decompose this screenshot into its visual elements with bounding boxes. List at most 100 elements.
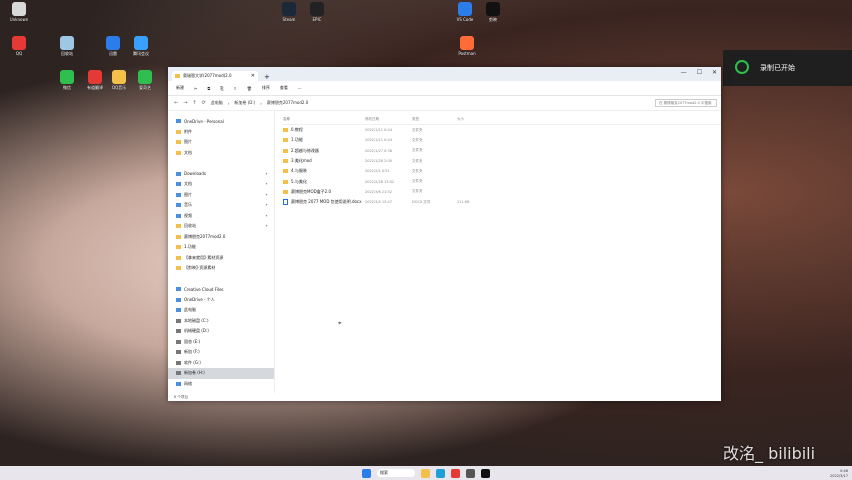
folder-icon bbox=[283, 169, 288, 174]
desktop-icon[interactable]: Unknown bbox=[2, 2, 36, 22]
sidebar-item-label: 网络 bbox=[184, 380, 192, 386]
desktop-icon[interactable]: Postman bbox=[450, 36, 484, 56]
app-icon bbox=[60, 36, 74, 50]
sidebar-item[interactable]: 固态 (E:) bbox=[168, 337, 274, 348]
breadcrumb-1[interactable]: 新加卷 (D:) bbox=[234, 100, 255, 106]
folder-icon bbox=[176, 150, 181, 155]
file-row[interactable]: 5.与美化 2022/2/28 13:52 文件夹 bbox=[283, 176, 721, 186]
sidebar-item bbox=[168, 158, 274, 169]
file-date: 2022/2/28 13:52 bbox=[365, 179, 395, 184]
sidebar-item[interactable]: 此电脑 bbox=[168, 305, 274, 316]
taskbar-search[interactable]: 搜索 bbox=[377, 469, 415, 477]
recording-toast[interactable]: 录制已开始 bbox=[723, 50, 852, 86]
sidebar-item[interactable]: 视频 ✦ bbox=[168, 211, 274, 222]
sidebar-item[interactable]: 软件 (G:) bbox=[168, 358, 274, 369]
sidebar-item[interactable]: 新加卷 (H:) bbox=[168, 368, 274, 379]
breadcrumb-2[interactable]: 赛博朋克2077mod2.0 bbox=[267, 100, 308, 106]
sidebar-item[interactable]: 附件 bbox=[168, 127, 274, 138]
sidebar-item[interactable]: 文档 bbox=[168, 148, 274, 159]
desktop-icon-label: Postman bbox=[458, 51, 476, 56]
file-name: 3.美化mod bbox=[291, 158, 312, 164]
desktop-icon[interactable]: 剪映 bbox=[476, 2, 510, 22]
sidebar-item[interactable]: 机械硬盘 (D:) bbox=[168, 326, 274, 337]
start-icon[interactable] bbox=[362, 468, 371, 478]
breadcrumb-0[interactable]: 此电脑 bbox=[211, 100, 223, 106]
close-tab-icon[interactable]: ✕ bbox=[251, 73, 255, 79]
sidebar-item[interactable]: 【剪映】·资源素材 bbox=[168, 263, 274, 274]
col-type[interactable]: 类型 bbox=[412, 117, 457, 122]
edge-icon[interactable] bbox=[436, 468, 445, 478]
folder-icon bbox=[175, 74, 180, 78]
sidebar-item[interactable]: 1.功能 bbox=[168, 242, 274, 253]
back-arrow-icon[interactable]: ← bbox=[174, 100, 178, 106]
file-row[interactable]: 赛博朋克 2077 MOD 包使用说明.docx 2022/3/4 13:47 DO… bbox=[283, 197, 721, 207]
sidebar-item[interactable]: OneDrive - Personal bbox=[168, 116, 274, 127]
navigation-pane: OneDrive - Personal 附件 图片 文档 Downloads ✦ 文档 ✦ 图片… bbox=[168, 111, 275, 393]
folder-icon bbox=[176, 308, 181, 313]
toolbar-button[interactable]: ✂ bbox=[194, 86, 197, 91]
toolbar-button[interactable]: ⧉ bbox=[207, 86, 210, 91]
sidebar-item[interactable]: 【拿来就用】·素材资源 bbox=[168, 253, 274, 264]
sidebar-item[interactable]: 网络 bbox=[168, 379, 274, 390]
sidebar-item[interactable]: 图片 bbox=[168, 137, 274, 148]
desktop-icon[interactable]: 回收站 bbox=[50, 36, 84, 56]
toolbar-button[interactable]: 查看 bbox=[280, 85, 288, 91]
toolbar-button[interactable]: ··· bbox=[298, 86, 302, 91]
sidebar-item[interactable]: 回收站 ✦ bbox=[168, 221, 274, 232]
clock-date: 2022/3/17 bbox=[830, 473, 848, 478]
folder-icon bbox=[176, 339, 181, 344]
toolbar-button[interactable]: ⎘ bbox=[220, 86, 223, 91]
col-size[interactable]: 大小 bbox=[457, 117, 487, 122]
system-clock[interactable]: 0:46 2022/3/17 bbox=[830, 469, 848, 478]
folder-icon bbox=[176, 318, 181, 323]
sidebar-item[interactable]: 赛博朋克2077mod2.0 bbox=[168, 232, 274, 243]
address-bar: ← → ↑ ⟳ 此电脑 › 新加卷 (D:) › 赛博朋克2077mod2.0 bbox=[168, 96, 721, 111]
desktop-icon[interactable]: QQ bbox=[2, 36, 36, 56]
files-icon[interactable] bbox=[421, 468, 430, 478]
folder-icon bbox=[283, 179, 288, 184]
file-row[interactable]: 赛博朋克MOD盒子2.0 2022/3/6 21:52 文件夹 bbox=[283, 187, 721, 197]
folder-icon bbox=[176, 182, 181, 187]
close-button[interactable]: ✕ bbox=[712, 69, 717, 76]
search-input[interactable]: 在 赛博朋克2077mod2.0 中搜索 bbox=[655, 99, 717, 107]
sidebar-item[interactable]: Creative Cloud Files bbox=[168, 284, 274, 295]
new-tab-button[interactable]: + bbox=[264, 73, 270, 81]
file-row[interactable]: 4.与服装 2022/2/1 0:51 文件夹 bbox=[283, 166, 721, 176]
explorer-tab[interactable]: 奥瑞恩大学(2077mod)2.0 ✕ bbox=[172, 71, 258, 81]
minimize-button[interactable]: — bbox=[681, 69, 687, 76]
chrome-icon[interactable] bbox=[451, 468, 460, 478]
file-name: 赛博朋克 2077 MOD 包使用说明.docx bbox=[291, 199, 362, 205]
desktop-icon[interactable]: 腾讯会议 bbox=[124, 36, 158, 56]
sidebar-item[interactable]: Downloads ✦ bbox=[168, 169, 274, 180]
toolbar-button[interactable]: 新建 bbox=[176, 85, 184, 91]
refresh-icon[interactable]: ⟳ bbox=[202, 100, 206, 106]
up-arrow-icon[interactable]: ↑ bbox=[192, 100, 196, 106]
taskbar: 搜索 bbox=[0, 466, 852, 480]
toolbar-button[interactable]: ⇪ bbox=[233, 86, 236, 91]
sidebar-item[interactable]: 本地磁盘 (C:) bbox=[168, 316, 274, 327]
folder-icon bbox=[176, 360, 181, 365]
file-row[interactable]: 2.超越与修改器 2022/1/27 0:38 文件夹 bbox=[283, 146, 721, 156]
capcut-icon[interactable] bbox=[481, 468, 490, 478]
sidebar-item[interactable]: 文档 ✦ bbox=[168, 179, 274, 190]
sidebar-item-label: OneDrive - Personal bbox=[184, 118, 224, 124]
file-row[interactable]: 1.功能 2022/1/11 0:44 文件夹 bbox=[283, 135, 721, 145]
file-row[interactable]: 0.教程 2022/1/11 0:44 文件夹 bbox=[283, 125, 721, 135]
forward-arrow-icon[interactable]: → bbox=[183, 100, 187, 106]
app-icon bbox=[88, 70, 102, 84]
sidebar-item[interactable]: OneDrive - 个人 bbox=[168, 295, 274, 306]
maximize-button[interactable]: ☐ bbox=[697, 69, 702, 76]
desktop-icon[interactable]: EPIC bbox=[300, 2, 334, 22]
toolbar-button[interactable]: 排序 bbox=[262, 85, 270, 91]
sidebar-item[interactable]: 新加 (F:) bbox=[168, 347, 274, 358]
toolbar-button[interactable]: 🗑 bbox=[247, 86, 252, 91]
col-date[interactable]: 修改日期 bbox=[365, 117, 412, 122]
settings-icon[interactable] bbox=[466, 468, 475, 478]
toast-text: 录制已开始 bbox=[760, 64, 795, 72]
folder-icon bbox=[176, 255, 181, 260]
desktop-icon[interactable]: 爱奇艺 bbox=[128, 70, 162, 90]
sidebar-item[interactable]: 音乐 ✦ bbox=[168, 200, 274, 211]
sidebar-item[interactable]: 图片 ✦ bbox=[168, 190, 274, 201]
col-name[interactable]: 名称 bbox=[283, 117, 365, 122]
file-row[interactable]: 3.美化mod 2022/1/28 2:00 文件夹 bbox=[283, 156, 721, 166]
